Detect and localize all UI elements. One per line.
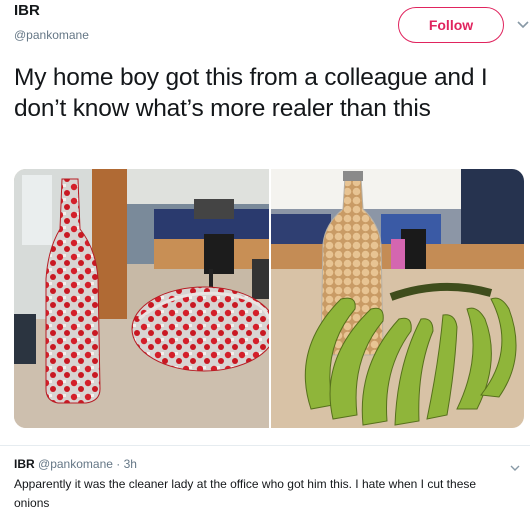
author-display-name[interactable]: IBR: [14, 2, 40, 19]
tweet-header: IBR @pankomane Follow: [14, 2, 529, 46]
reply-author-name[interactable]: IBR: [14, 457, 35, 471]
reply-text: Apparently it was the cleaner lady at th…: [14, 477, 477, 510]
author-handle[interactable]: @pankomane: [14, 28, 89, 42]
reply-header: IBR @pankomane · 3h: [14, 457, 137, 471]
media-grid: [14, 169, 524, 428]
chevron-down-icon[interactable]: [510, 459, 524, 471]
reply-separator: ·: [116, 457, 121, 471]
tweet-card: IBR @pankomane Follow My home boy got th…: [0, 0, 530, 520]
photo-nuts-and-bananas[interactable]: [271, 169, 524, 428]
reply-author-handle[interactable]: @pankomane: [38, 457, 113, 471]
chevron-down-icon[interactable]: [514, 18, 530, 32]
tweet-text: My home boy got this from a colleague an…: [14, 64, 488, 122]
reply-timestamp[interactable]: 3h: [124, 457, 137, 471]
reply-tweet[interactable]: IBR @pankomane · 3h Apparently it was th…: [0, 445, 530, 520]
photo-wrapped-bottle[interactable]: [14, 169, 269, 428]
follow-button[interactable]: Follow: [398, 7, 504, 43]
